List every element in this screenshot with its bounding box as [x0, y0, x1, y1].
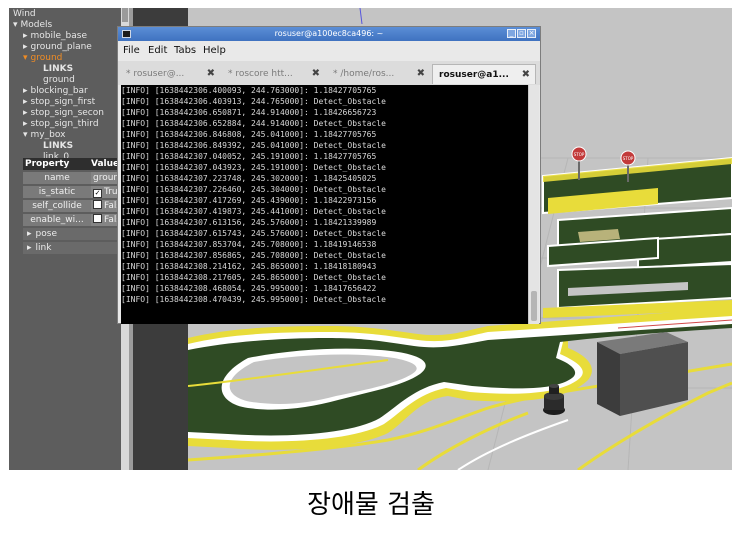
- expand-arrow-icon[interactable]: ▾: [23, 130, 28, 140]
- log-line: [INFO] [1638442308.217605, 245.865000]: …: [121, 273, 386, 282]
- tab-close-icon[interactable]: ✖: [207, 64, 215, 84]
- log-line: [INFO] [1638442306.650871, 244.914000]: …: [121, 108, 377, 117]
- tree-item[interactable]: ▾ Models: [13, 20, 123, 31]
- terminal-tab-bar: * rosuser@... ✖ * roscore htt... ✖ * /ho…: [118, 61, 540, 85]
- property-key: name: [23, 172, 91, 184]
- menu-file[interactable]: File: [123, 45, 140, 56]
- log-line: [INFO] [1638442308.214162, 245.865000]: …: [121, 262, 377, 271]
- property-row: is_static✓True: [23, 186, 121, 198]
- collapse-arrow-icon[interactable]: ▸: [23, 86, 28, 96]
- terminal-tab-label: rosuser@a1...: [439, 70, 509, 80]
- tree-item-label: stop_sign_secon: [30, 108, 104, 118]
- checked-checkbox[interactable]: ✓: [93, 189, 102, 198]
- tree-item-label: stop_sign_third: [30, 119, 99, 129]
- terminal-output[interactable]: [INFO] [1638442306.400093, 244.763000]: …: [121, 85, 528, 324]
- close-window-button[interactable]: ×: [527, 29, 536, 38]
- log-line: [INFO] [1638442307.043923, 245.191000]: …: [121, 163, 386, 172]
- log-line: [INFO] [1638442307.419873, 245.441000]: …: [121, 207, 386, 216]
- terminal-tab-2[interactable]: * roscore htt... ✖: [222, 64, 325, 84]
- log-line: [INFO] [1638442308.468054, 245.995000]: …: [121, 284, 377, 293]
- tree-item-label: Wind: [13, 9, 36, 19]
- expand-arrow-icon[interactable]: ▾: [13, 20, 18, 30]
- property-section-label: pose: [35, 229, 57, 239]
- stop-sign-text-1: STOP: [574, 152, 585, 157]
- log-line: [INFO] [1638442307.613156, 245.576000]: …: [121, 218, 377, 227]
- stop-sign-text-2: STOP: [623, 156, 634, 161]
- log-line: [INFO] [1638442306.652884, 244.914000]: …: [121, 119, 386, 128]
- terminal-menubar: File Edit Tabs Help: [118, 41, 540, 61]
- tree-item-label: stop_sign_first: [30, 97, 96, 107]
- menu-help[interactable]: Help: [203, 45, 226, 56]
- collapse-arrow-icon[interactable]: ▸: [23, 119, 28, 129]
- tree-item-label: ground_plane: [30, 42, 92, 52]
- checkbox[interactable]: [93, 214, 102, 223]
- log-line: [INFO] [1638442306.403913, 244.765000]: …: [121, 97, 386, 106]
- tab-close-icon[interactable]: ✖: [417, 64, 425, 84]
- track-upper-right: [542, 156, 732, 318]
- tree-item[interactable]: Wind: [13, 9, 123, 20]
- tree-item-label: ground: [30, 53, 63, 63]
- log-line: [INFO] [1638442306.849392, 245.041000]: …: [121, 141, 386, 150]
- collapse-arrow-icon[interactable]: ▸: [23, 108, 28, 118]
- log-line: [INFO] [1638442307.040052, 245.191000]: …: [121, 152, 377, 161]
- property-column-header: Property: [23, 158, 91, 170]
- terminal-window[interactable]: rosuser@a100ec8ca496: ~ _ ▫ × File Edit …: [117, 26, 541, 324]
- menu-tabs[interactable]: Tabs: [174, 45, 196, 56]
- screenshot-region: Wind ▾ Models ▸ mobile_base ▸ ground_plane ▾ gro…: [9, 8, 732, 470]
- terminal-title: rosuser@a100ec8ca496: ~: [274, 29, 384, 38]
- tab-close-icon[interactable]: ✖: [522, 65, 530, 85]
- log-line: [INFO] [1638442307.226460, 245.304000]: …: [121, 185, 386, 194]
- log-line: [INFO] [1638442307.853704, 245.708000]: …: [121, 240, 377, 249]
- property-row: self_collideFalse: [23, 200, 121, 212]
- tree-item-label: LINKS: [43, 64, 74, 74]
- log-line: [INFO] [1638442307.223748, 245.302000]: …: [121, 174, 377, 183]
- collapse-arrow-icon[interactable]: ▸: [23, 42, 28, 52]
- property-section-link[interactable]: ▸ link: [23, 242, 121, 254]
- scrollbar-thumb[interactable]: [122, 8, 128, 22]
- property-key: self_collide: [23, 200, 91, 212]
- collapse-arrow-icon[interactable]: ▸: [27, 243, 32, 253]
- tree-item-label: mobile_base: [30, 31, 88, 41]
- terminal-tab-label: * /home/ros...: [333, 69, 395, 79]
- terminal-tab-label: * roscore htt...: [228, 69, 293, 79]
- tab-close-icon[interactable]: ✖: [312, 64, 320, 84]
- terminal-tab-label: * rosuser@...: [126, 69, 185, 79]
- property-key: is_static: [23, 186, 91, 198]
- property-row: nameground: [23, 172, 121, 184]
- log-line: [INFO] [1638442307.856865, 245.708000]: …: [121, 251, 386, 260]
- collapse-arrow-icon[interactable]: ▸: [23, 97, 28, 107]
- minimize-button[interactable]: _: [507, 29, 516, 38]
- maximize-button[interactable]: ▫: [517, 29, 526, 38]
- gazebo-world-panel: Wind ▾ Models ▸ mobile_base ▸ ground_plane ▾ gro…: [9, 8, 121, 470]
- terminal-tab-4[interactable]: rosuser@a1... ✖: [432, 64, 536, 84]
- property-row: enable_wi...False: [23, 214, 121, 226]
- log-line: [INFO] [1638442306.846808, 245.041000]: …: [121, 130, 377, 139]
- log-line: [INFO] [1638442308.470439, 245.995000]: …: [121, 295, 386, 304]
- caption: 장애물 검출: [307, 490, 435, 520]
- property-section-pose[interactable]: ▸ pose: [23, 228, 121, 240]
- tree-item-label: my_box: [30, 130, 66, 140]
- tree-item-label: ground: [43, 75, 75, 85]
- collapse-arrow-icon[interactable]: ▸: [27, 229, 32, 239]
- log-line: [INFO] [1638442307.417269, 245.439000]: …: [121, 196, 377, 205]
- tree-item-label: LINKS: [43, 141, 74, 151]
- terminal-tab-3[interactable]: * /home/ros... ✖: [327, 64, 430, 84]
- tree-item-label: blocking_bar: [30, 86, 88, 96]
- collapse-arrow-icon[interactable]: ▸: [23, 31, 28, 41]
- log-line: [INFO] [1638442306.400093, 244.763000]: …: [121, 86, 377, 95]
- checkbox[interactable]: [93, 200, 102, 209]
- expand-arrow-icon[interactable]: ▾: [23, 53, 28, 63]
- scrollbar-thumb[interactable]: [531, 291, 537, 321]
- menu-edit[interactable]: Edit: [148, 45, 167, 56]
- property-key: enable_wi...: [23, 214, 91, 226]
- tree-item-label: Models: [20, 20, 53, 30]
- terminal-scrollbar[interactable]: [528, 85, 539, 324]
- log-line: [INFO] [1638442307.615743, 245.576000]: …: [121, 229, 386, 238]
- terminal-titlebar[interactable]: rosuser@a100ec8ca496: ~ _ ▫ ×: [118, 27, 540, 41]
- terminal-tab-1[interactable]: * rosuser@... ✖: [120, 64, 220, 84]
- property-section-label: link: [35, 243, 52, 253]
